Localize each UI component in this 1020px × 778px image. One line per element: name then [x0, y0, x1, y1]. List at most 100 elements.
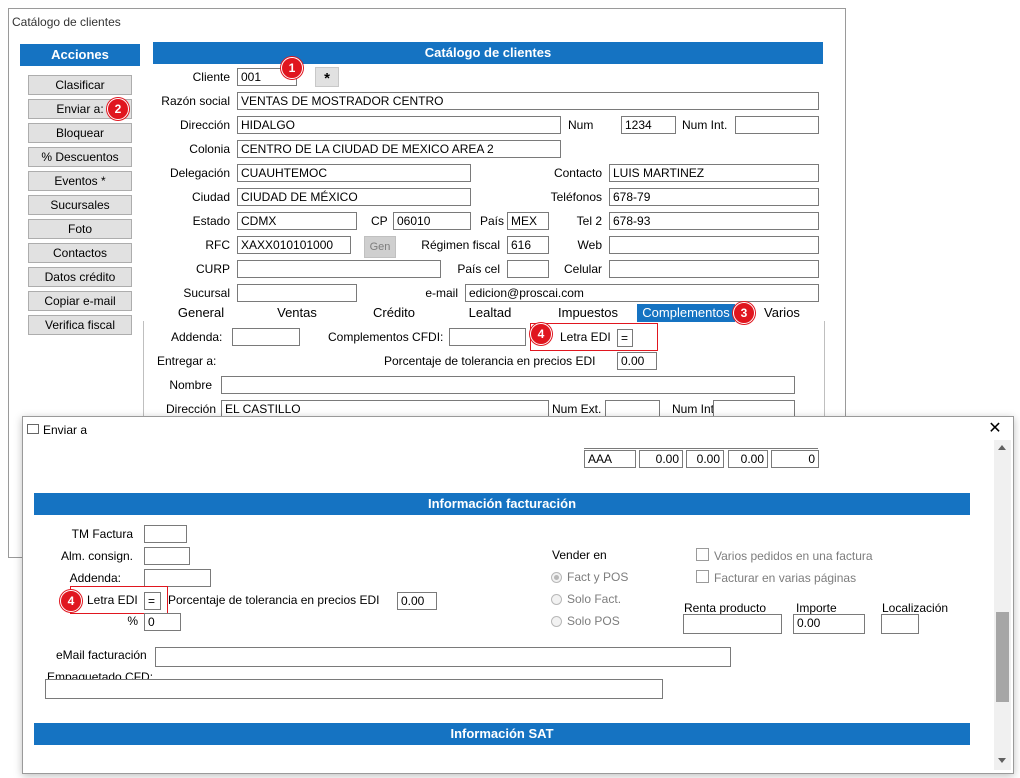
scroll-up-arrow[interactable] — [998, 445, 1006, 450]
estado-input[interactable]: CDMX — [237, 212, 357, 230]
step-badge-2: 2 — [107, 98, 129, 120]
curp-input[interactable] — [237, 260, 441, 278]
radio-fact-pos[interactable] — [551, 572, 562, 583]
copiar-email-button[interactable]: Copiar e-mail — [28, 291, 132, 311]
gen-button[interactable]: Gen — [364, 236, 396, 258]
razon-input[interactable]: VENTAS DE MOSTRADOR CENTRO — [237, 92, 819, 110]
contactos-button[interactable]: Contactos — [28, 243, 132, 263]
sucursales-button[interactable]: Sucursales — [28, 195, 132, 215]
varios-pedidos-checkbox[interactable] — [696, 548, 709, 561]
form-header: Catálogo de clientes — [153, 42, 823, 64]
grid-cell-value-1[interactable]: 0.00 — [639, 450, 683, 468]
email-facturacion-input[interactable] — [155, 647, 731, 667]
rfc-input[interactable]: XAXX010101000 — [237, 236, 351, 254]
acciones-header: Acciones — [20, 44, 140, 66]
descuentos-button[interactable]: % Descuentos — [28, 147, 132, 167]
grid-cell-value-4[interactable]: 0 — [771, 450, 819, 468]
varios-pedidos-label: Varios pedidos en una factura — [714, 549, 873, 563]
sucursal-label: Sucursal — [183, 286, 230, 300]
pct-input[interactable]: 0 — [144, 613, 181, 631]
paiscel-label: País cel — [457, 262, 500, 276]
eventos-button[interactable]: Eventos * — [28, 171, 132, 191]
colonia-input[interactable]: CENTRO DE LA CIUDAD DE MEXICO AREA 2 — [237, 140, 561, 158]
clasificar-button[interactable]: Clasificar — [28, 75, 132, 95]
verifica-fiscal-button[interactable]: Verifica fiscal — [28, 315, 132, 335]
tab-complementos[interactable]: Complementos — [637, 304, 735, 322]
datos-credito-button[interactable]: Datos crédito — [28, 267, 132, 287]
web-input[interactable] — [609, 236, 819, 254]
estado-label: Estado — [192, 214, 230, 228]
contacto-input[interactable]: LUIS MARTINEZ — [609, 164, 819, 182]
comp-addenda-label: Addenda: — [171, 330, 223, 344]
localizacion-input[interactable] — [881, 614, 919, 634]
pct-label: % — [127, 614, 138, 628]
scroll-down-arrow[interactable] — [998, 758, 1006, 763]
email-label: e-mail — [425, 286, 458, 300]
radio-solo-pos[interactable] — [551, 616, 562, 627]
tab-lealtad[interactable]: Lealtad — [460, 304, 520, 322]
sucursal-input[interactable] — [237, 284, 357, 302]
facturacion-header: Información facturación — [34, 493, 970, 515]
tab-ventas[interactable]: Ventas — [268, 304, 326, 322]
contacto-label: Contacto — [553, 166, 602, 180]
comp-tol-input[interactable]: 0.00 — [617, 352, 657, 370]
bloquear-button[interactable]: Bloquear — [28, 123, 132, 143]
direccion-input[interactable]: HIDALGO — [237, 116, 561, 134]
ciudad-input[interactable]: CIUDAD DE MÉXICO — [237, 188, 471, 206]
step-badge-4-front: 4 — [60, 590, 82, 612]
importe-input[interactable]: 0.00 — [793, 614, 865, 634]
tab-impuestos[interactable]: Impuestos — [552, 304, 624, 322]
tolerancia-input[interactable]: 0.00 — [397, 592, 437, 610]
alm-consign-input[interactable] — [144, 547, 190, 565]
renta-producto-input[interactable] — [683, 614, 782, 634]
close-icon[interactable]: ✕ — [987, 420, 1003, 438]
grid-cell-value-2[interactable]: 0.00 — [686, 450, 724, 468]
direccion-label: Dirección — [179, 118, 230, 132]
window-app-icon — [27, 424, 39, 434]
cp-label: CP — [371, 214, 388, 228]
razon-label: Razón social — [161, 94, 230, 108]
telefonos-input[interactable]: 678-79 — [609, 188, 819, 206]
num-label: Num — [568, 118, 594, 132]
grid-cell-code[interactable]: AAA — [584, 450, 636, 468]
tab-general[interactable]: General — [170, 304, 232, 322]
comp-numext-label: Num Ext. — [552, 402, 602, 416]
comp-nombre-label: Nombre — [169, 378, 212, 392]
radio-solo-fact[interactable] — [551, 594, 562, 605]
tab-varios[interactable]: Varios — [757, 304, 807, 322]
numint-label: Num Int. — [682, 118, 728, 132]
comp-addenda-input[interactable] — [232, 328, 300, 346]
comp-dir-label: Dirección — [165, 402, 216, 416]
star-button[interactable]: * — [315, 67, 339, 87]
comp-nombre-input[interactable] — [221, 376, 795, 394]
scroll-thumb[interactable] — [996, 612, 1009, 702]
cp-input[interactable]: 06010 — [393, 212, 471, 230]
empaquetado-input[interactable] — [45, 679, 663, 699]
step-badge-3: 3 — [733, 302, 755, 324]
ciudad-label: Ciudad — [191, 190, 230, 204]
comp-numint-label: Num Int — [672, 402, 715, 416]
celular-input[interactable] — [609, 260, 819, 278]
comp-letra-label: Letra EDI — [560, 330, 611, 344]
numint-input[interactable] — [735, 116, 819, 134]
varias-paginas-checkbox[interactable] — [696, 570, 709, 583]
foto-button[interactable]: Foto — [28, 219, 132, 239]
grid-header-strip — [584, 442, 818, 449]
grid-cell-value-3[interactable]: 0.00 — [728, 450, 768, 468]
letra-edi-input[interactable]: = — [144, 592, 161, 610]
vertical-scrollbar[interactable] — [994, 440, 1011, 770]
tel2-label: Tel 2 — [576, 214, 602, 228]
email-input[interactable]: edicion@proscai.com — [465, 284, 819, 302]
email-facturacion-label: eMail facturación — [56, 648, 147, 662]
tm-factura-label: TM Factura — [71, 527, 133, 541]
tm-factura-input[interactable] — [144, 525, 187, 543]
tab-credito[interactable]: Crédito — [364, 304, 424, 322]
vender-en-label: Vender en — [552, 548, 607, 562]
tel2-input[interactable]: 678-93 — [609, 212, 819, 230]
delegacion-input[interactable]: CUAUHTEMOC — [237, 164, 471, 182]
comp-cfdi-input[interactable] — [449, 328, 526, 346]
num-input[interactable]: 1234 — [621, 116, 676, 134]
addenda-input[interactable] — [144, 569, 211, 587]
comp-entregar-label: Entregar a: — [157, 354, 217, 368]
comp-letra-input[interactable]: = — [617, 329, 633, 347]
